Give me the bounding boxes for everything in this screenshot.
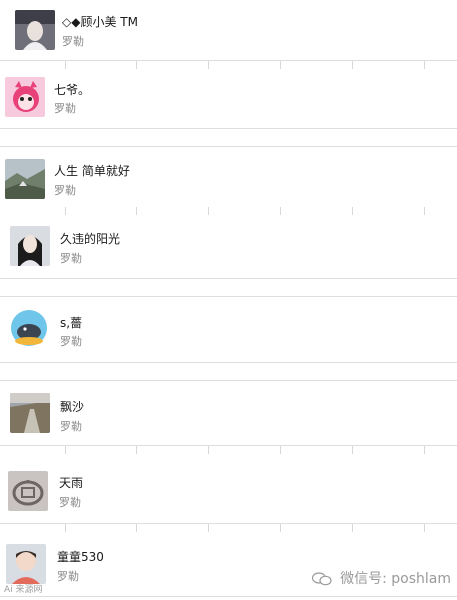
tick: [352, 207, 353, 215]
contact-name: 天雨: [59, 476, 84, 490]
contact-subtitle: 罗勒: [54, 184, 76, 197]
avatar: [8, 471, 48, 511]
divider: [0, 296, 457, 297]
list-item[interactable]: s,薔 罗勒: [0, 302, 457, 358]
watermark: 微信号: poshlam: [311, 568, 451, 588]
tick: [65, 61, 66, 69]
tick: [280, 446, 281, 454]
divider: [0, 380, 457, 381]
avatar: [15, 10, 55, 50]
avatar: [9, 308, 49, 348]
tick: [65, 524, 66, 532]
contact-subtitle: 罗勒: [60, 252, 82, 265]
divider: [0, 60, 457, 61]
contact-subtitle: 罗勒: [57, 570, 79, 583]
avatar: [5, 159, 45, 199]
tick: [424, 207, 425, 215]
contact-name: 人生 简单就好: [54, 164, 130, 178]
contact-name: 七爷。: [54, 83, 91, 97]
avatar: [6, 544, 46, 584]
tick: [208, 524, 209, 532]
tick: [208, 446, 209, 454]
tick: [280, 207, 281, 215]
tick: [208, 207, 209, 215]
brand-text: Ai 来源网: [4, 585, 43, 595]
divider: [0, 596, 457, 597]
tick: [352, 524, 353, 532]
wechat-icon: [311, 572, 332, 586]
brand-watermark: Ai 来源网: [4, 582, 43, 595]
divider: [0, 146, 457, 147]
avatar: [10, 226, 50, 266]
list-item[interactable]: 天雨 罗勒: [0, 462, 457, 520]
contact-subtitle: 罗勒: [59, 496, 81, 509]
watermark-text: 微信号: poshlam: [340, 571, 451, 587]
tick: [65, 446, 66, 454]
divider: [0, 445, 457, 446]
contact-subtitle: 罗勒: [62, 35, 84, 48]
avatar: [10, 393, 50, 433]
divider: [0, 523, 457, 524]
tick: [424, 61, 425, 69]
divider: [0, 128, 457, 129]
tick: [352, 446, 353, 454]
tick: [280, 61, 281, 69]
divider: [0, 278, 457, 279]
tick: [65, 207, 66, 215]
tick: [136, 61, 137, 69]
contact-name: 飘沙: [60, 400, 85, 414]
list-item[interactable]: 人生 简单就好 罗勒: [0, 150, 457, 200]
tick: [208, 61, 209, 69]
tick: [424, 524, 425, 532]
contact-name: ◇◆顾小美 TM: [62, 15, 138, 29]
tick: [136, 207, 137, 215]
list-item[interactable]: 飘沙 罗勒: [0, 386, 457, 442]
list-item[interactable]: 七爷。 罗勒: [0, 72, 457, 126]
divider: [0, 362, 457, 363]
contact-name: 久违的阳光: [60, 232, 121, 246]
contact-name: 童童530: [57, 550, 104, 564]
avatar: [5, 77, 45, 117]
tick: [136, 524, 137, 532]
tick: [136, 446, 137, 454]
contact-subtitle: 罗勒: [60, 335, 82, 348]
list-item[interactable]: ◇◆顾小美 TM 罗勒: [0, 0, 457, 60]
tick: [280, 524, 281, 532]
list-item[interactable]: 久违的阳光 罗勒: [0, 218, 457, 276]
contact-subtitle: 罗勒: [60, 420, 82, 433]
tick: [352, 61, 353, 69]
contact-subtitle: 罗勒: [54, 102, 76, 115]
tick: [424, 446, 425, 454]
contact-name: s,薔: [60, 316, 83, 330]
